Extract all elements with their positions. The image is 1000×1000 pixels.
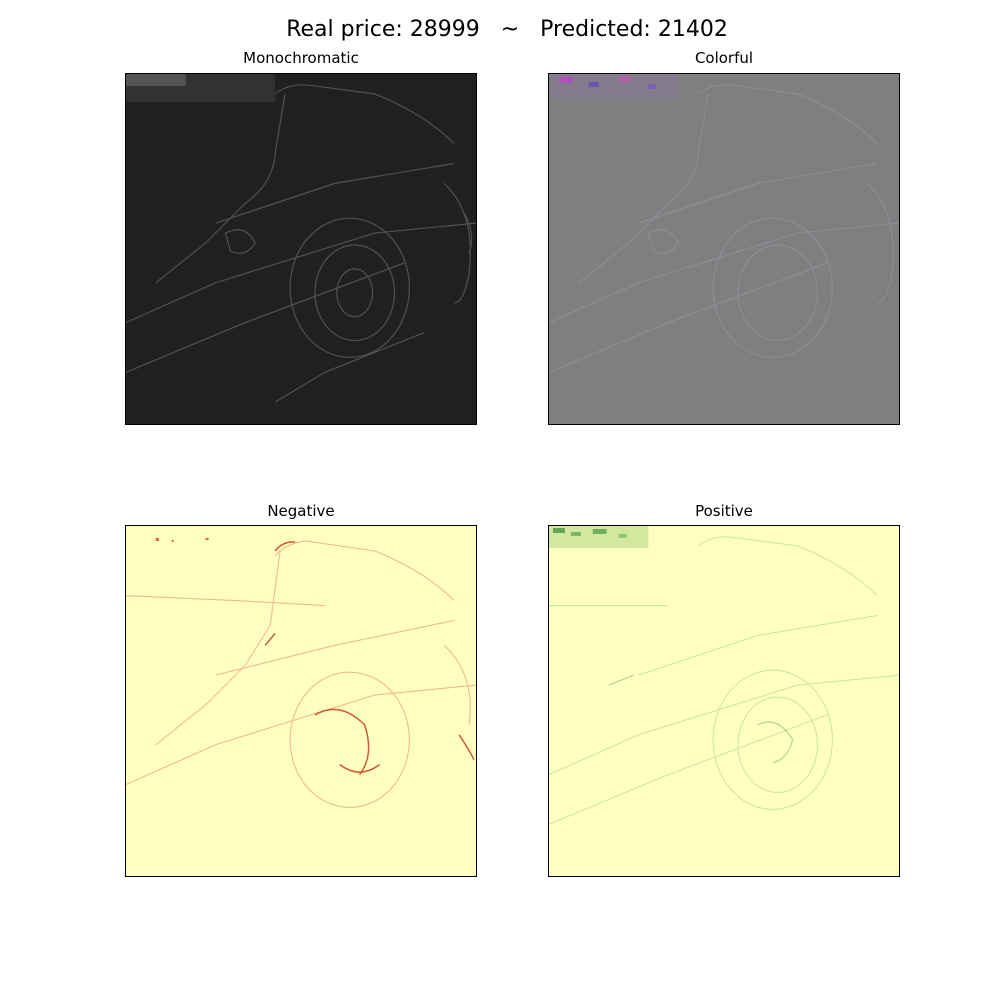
- colorful-saliency-image: [548, 73, 900, 425]
- panel-title-colorful: Colorful: [694, 49, 754, 67]
- figure-title: Real price: 28999 ~ Predicted: 21402: [286, 17, 728, 42]
- positive-saliency-image: [548, 525, 900, 877]
- panel-title-monochromatic: Monochromatic: [243, 49, 359, 67]
- negative-saliency-image: [125, 525, 477, 877]
- panel-title-positive: Positive: [695, 502, 753, 520]
- panel-title-negative: Negative: [267, 502, 335, 520]
- monochromatic-saliency-image: [125, 73, 477, 425]
